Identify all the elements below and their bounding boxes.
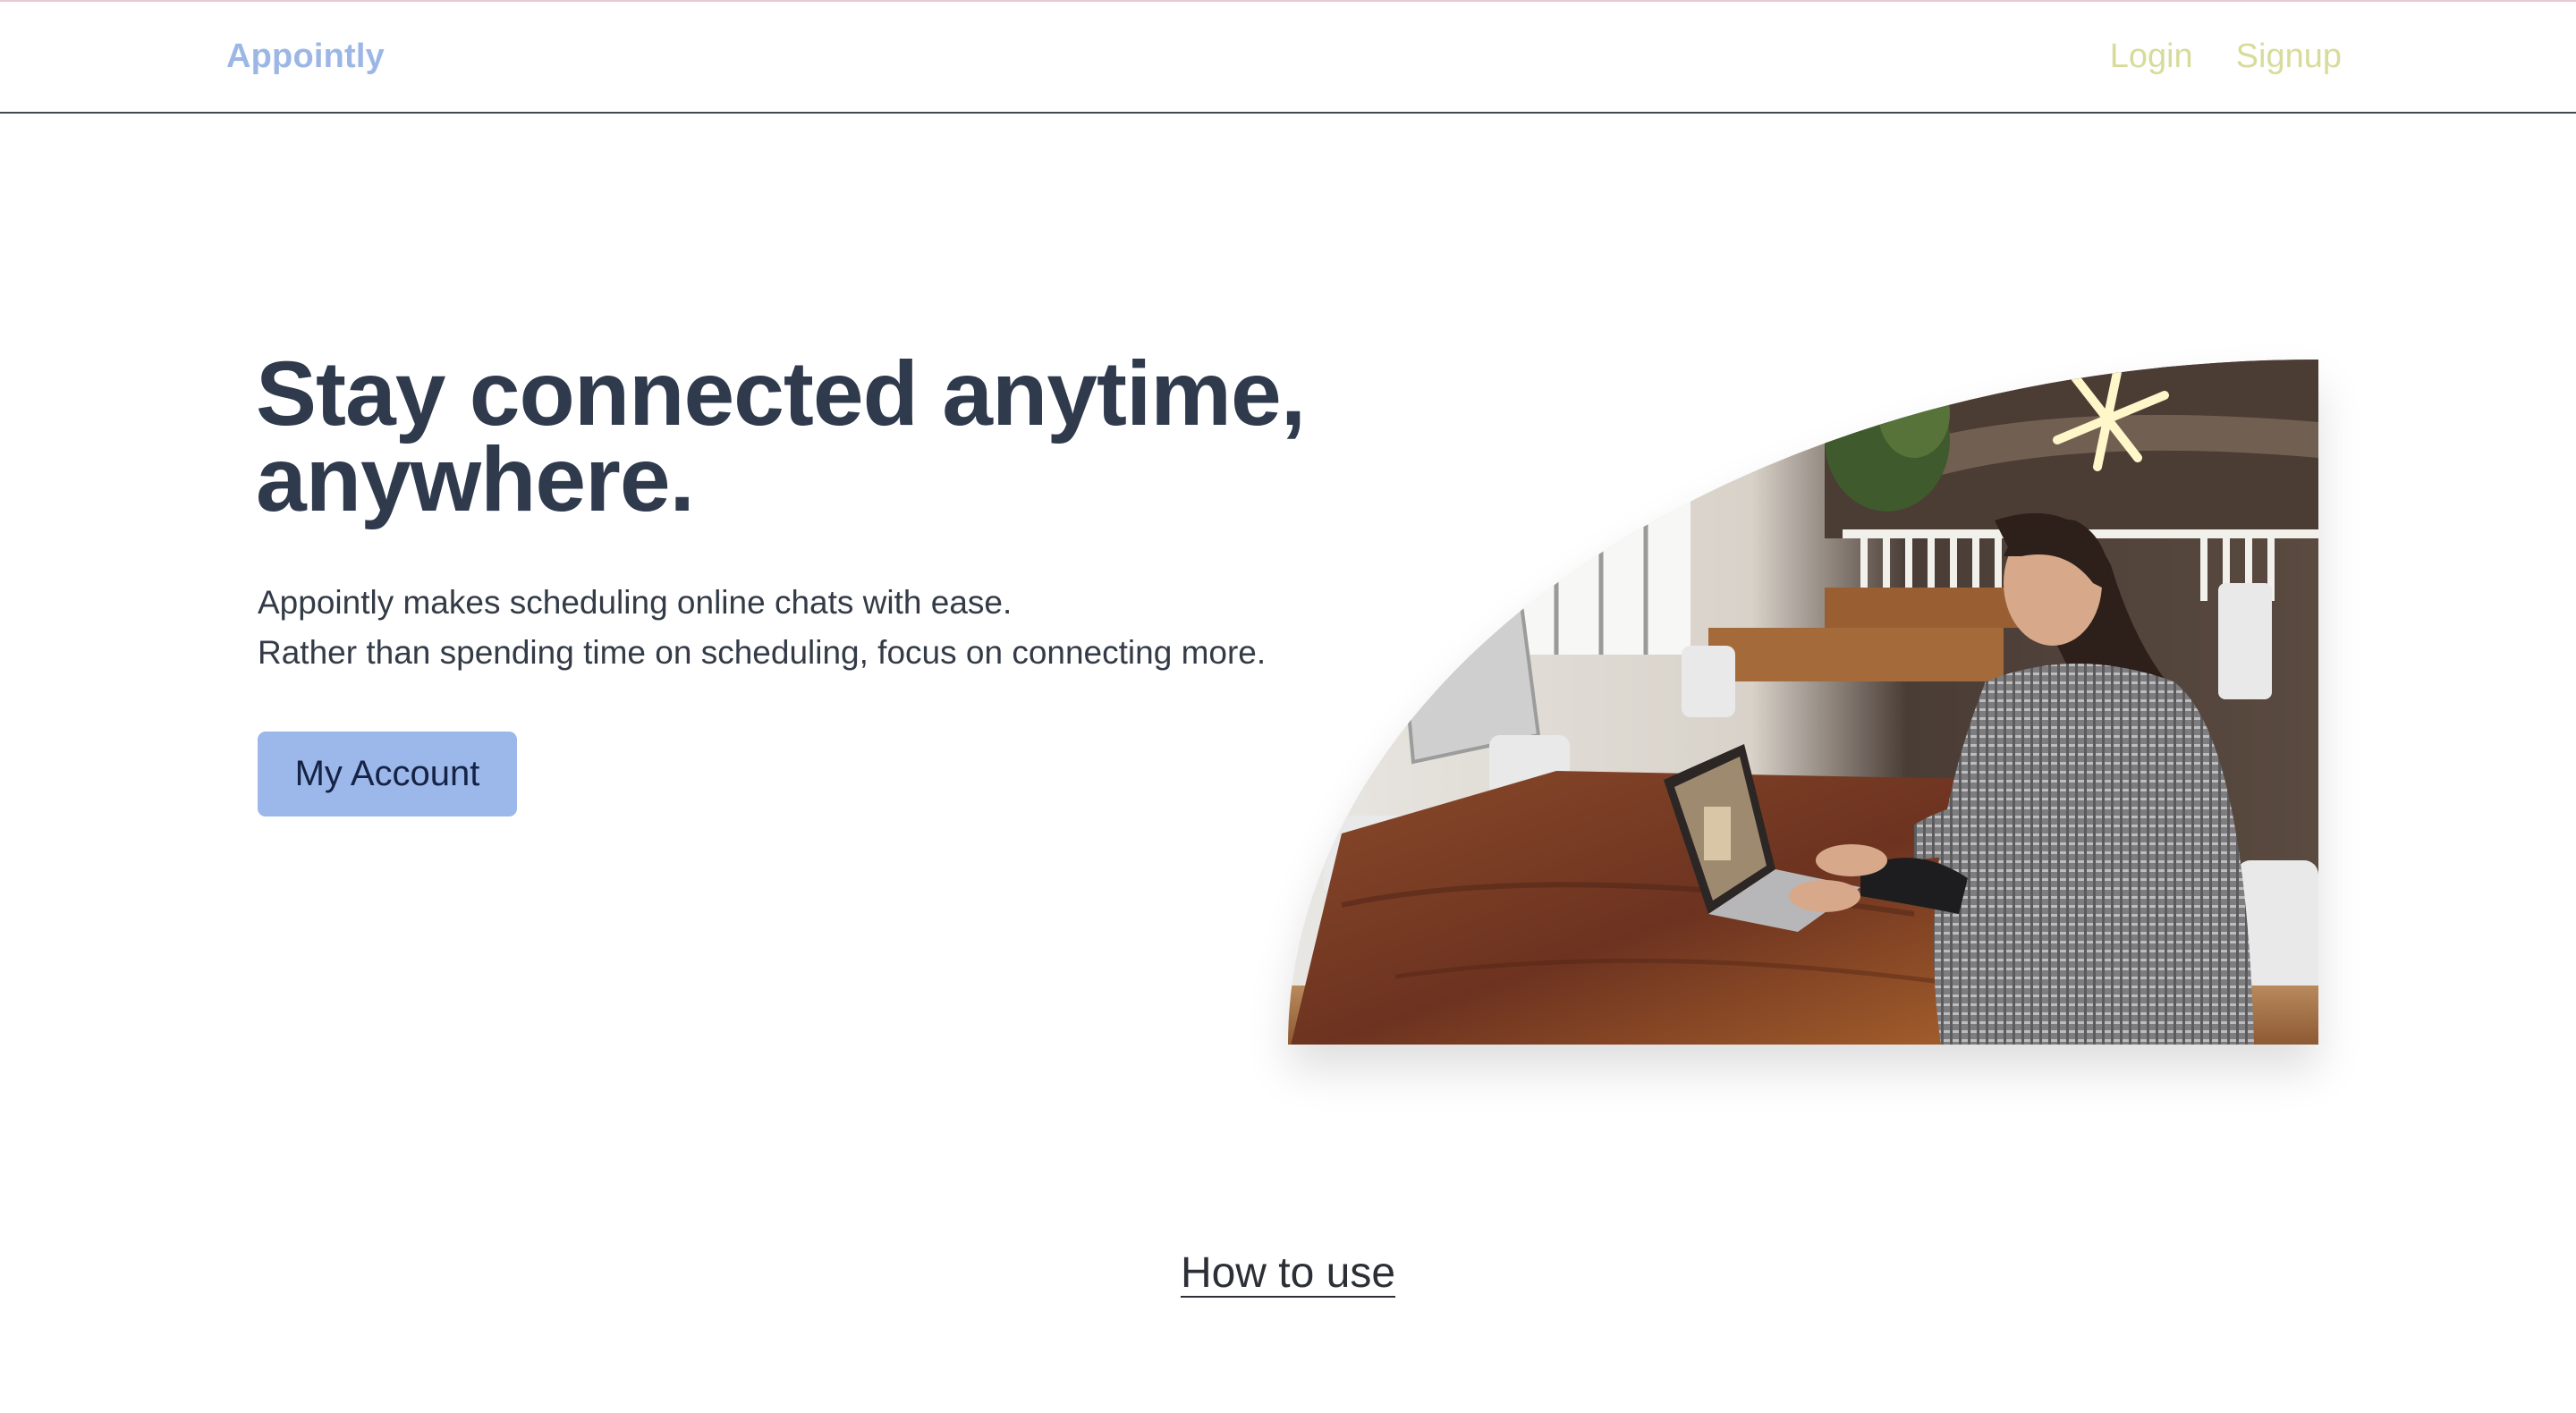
hero-subtitle-line-2: Rather than spending time on scheduling,… [258, 634, 1267, 671]
login-link[interactable]: Login [2110, 38, 2193, 76]
signup-link[interactable]: Signup [2236, 38, 2342, 76]
hero-image [1288, 360, 2318, 1045]
hero-subtitle: Appointly makes scheduling online chats … [258, 578, 1331, 678]
nav-links: Login Signup [2110, 38, 2342, 76]
navbar: Appointly Login Signup [0, 2, 2576, 114]
hero-subtitle-line-1: Appointly makes scheduling online chats … [258, 584, 1013, 621]
hero-title: Stay connected anytime, anywhere. [256, 343, 1306, 530]
my-account-button[interactable]: My Account [258, 732, 517, 816]
brand-logo-link[interactable]: Appointly [226, 38, 385, 76]
how-to-use-heading[interactable]: How to use [1181, 1249, 1395, 1297]
how-to-use-section: How to use [0, 1248, 2576, 1298]
